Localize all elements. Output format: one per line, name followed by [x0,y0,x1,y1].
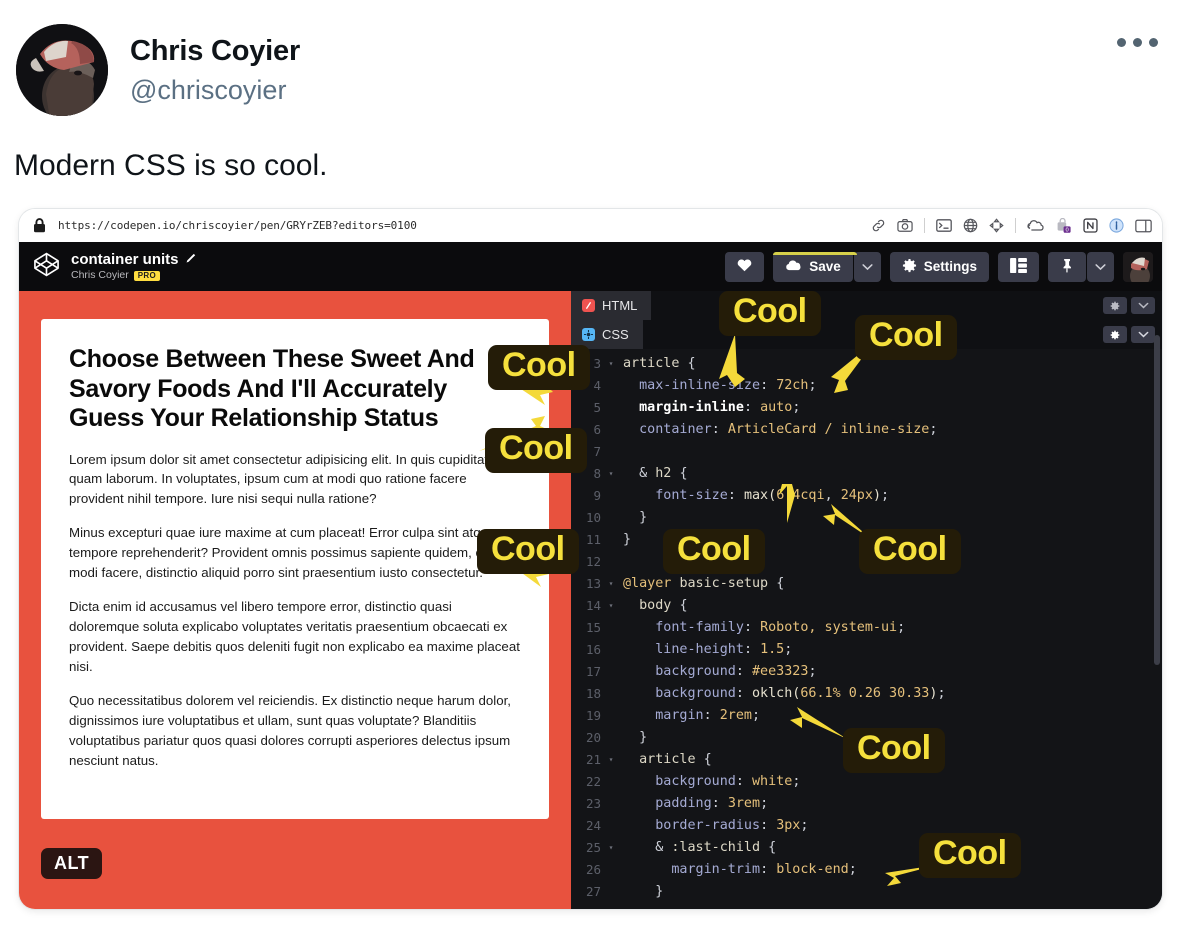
cool-badge-max-fn: Cool [663,529,765,574]
dot [1117,38,1126,47]
annotation-arrows [479,334,937,886]
cool-badge-oklch: Cool [843,728,945,773]
display-name: Chris Coyier [130,35,301,67]
avatar-image [16,24,108,116]
cool-badge-margin-inline: Cool [488,345,590,390]
dot [1133,38,1142,47]
cool-badge-cqi: Cool [859,529,961,574]
more-options-icon[interactable] [1117,38,1158,47]
embedded-screenshot[interactable]: https://codepen.io/chriscoyier/pen/GRYrZ… [19,209,1162,909]
identity-block: Chris Coyier @chriscoyier [130,24,300,108]
cool-badge-container: Cool [485,428,587,473]
tweet-header: Chris Coyier @chriscoyier [0,0,1182,116]
cool-badge-72ch: Cool [855,315,957,360]
handle: @chriscoyier [130,75,287,106]
cool-badge-layer: Cool [477,529,579,574]
cool-badge-margin-trim: Cool [919,833,1021,878]
avatar[interactable] [16,24,108,116]
cool-badge-max-inline-size: Cool [719,291,821,336]
dot [1149,38,1158,47]
tweet-text: Modern CSS is so cool. [14,149,328,182]
